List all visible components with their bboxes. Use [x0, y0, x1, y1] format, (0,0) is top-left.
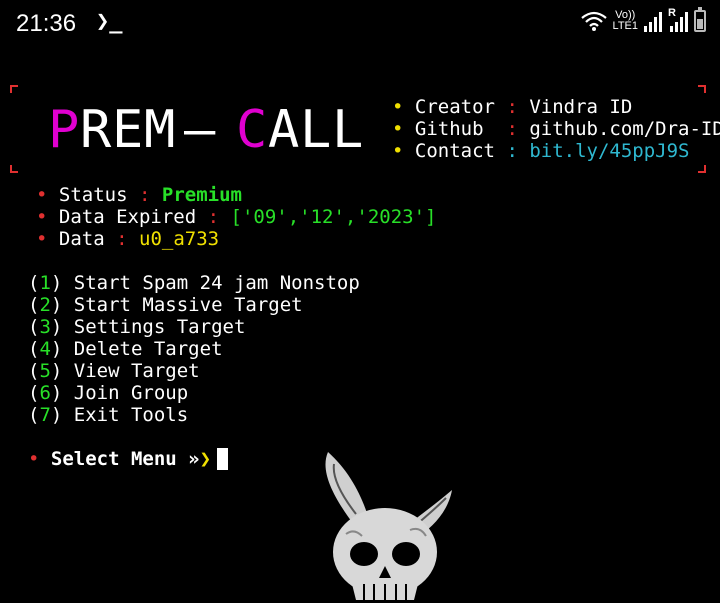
frame-corner: [10, 85, 18, 93]
select-menu-prompt[interactable]: • Select Menu »❯: [28, 448, 229, 470]
status-badge: Premium: [161, 184, 242, 206]
bullet-icon: •: [28, 448, 40, 470]
clock: 21:36: [16, 10, 77, 37]
bullet-icon: •: [36, 184, 48, 206]
signal-sim2-icon: R: [668, 8, 688, 32]
user-id: u0_a733: [139, 228, 220, 250]
expired-row: • Data Expired : ['09','12','2023']: [36, 206, 437, 228]
app-logo: P R E M — C A L L: [48, 100, 364, 160]
creator-info: • Creator : Vindra ID • Github : github.…: [392, 96, 720, 162]
expiry-date: ['09','12','2023']: [230, 206, 437, 228]
frame-corner: [10, 165, 18, 173]
main-menu: (1) Start Spam 24 jam Nonstop (2) Start …: [28, 272, 360, 426]
github-link[interactable]: github.com/Dra-ID: [529, 118, 720, 140]
status-row: • Status : Premium: [36, 184, 242, 206]
menu-item-settings-target[interactable]: (3) Settings Target: [28, 316, 360, 338]
menu-item-view-target[interactable]: (5) View Target: [28, 360, 360, 382]
status-bar: 21:36 ❯_ Vo)) LTE1 R: [0, 0, 720, 48]
signal-sim1-icon: [644, 10, 662, 32]
wifi-icon: [580, 11, 607, 31]
bullet-icon: •: [36, 228, 48, 250]
data-row: • Data : u0_a733: [36, 228, 220, 250]
account-status: • Status : Premium • Data Expired : ['09…: [36, 184, 436, 250]
menu-item-join-group[interactable]: (6) Join Group: [28, 382, 360, 404]
bullet-icon: •: [392, 118, 404, 140]
battery-icon: [694, 7, 706, 32]
bunny-skull-icon: [325, 452, 452, 600]
bullet-icon: •: [392, 96, 404, 118]
menu-item-start-spam[interactable]: (1) Start Spam 24 jam Nonstop: [28, 272, 360, 294]
menu-item-delete-target[interactable]: (4) Delete Target: [28, 338, 360, 360]
bullet-icon: •: [392, 140, 404, 162]
creator-row: • Creator : Vindra ID: [392, 96, 633, 118]
text-cursor[interactable]: [217, 448, 229, 470]
volte-indicator: Vo)) LTE1: [612, 9, 638, 32]
menu-item-exit-tools[interactable]: (7) Exit Tools: [28, 404, 360, 426]
terminal-icon: ❯_: [96, 9, 123, 34]
chevron-right-icon: ❯: [199, 448, 212, 470]
contact-row: • Contact : bit.ly/45ppJ9S: [392, 140, 690, 162]
menu-item-massive-target[interactable]: (2) Start Massive Target: [28, 294, 360, 316]
frame-corner: [698, 85, 706, 93]
frame-corner: [698, 165, 706, 173]
system-icons: Vo)) LTE1 R: [580, 7, 706, 32]
github-row: • Github : github.com/Dra-ID: [392, 118, 720, 140]
contact-link[interactable]: bit.ly/45ppJ9S: [529, 140, 689, 162]
bullet-icon: •: [36, 206, 48, 228]
